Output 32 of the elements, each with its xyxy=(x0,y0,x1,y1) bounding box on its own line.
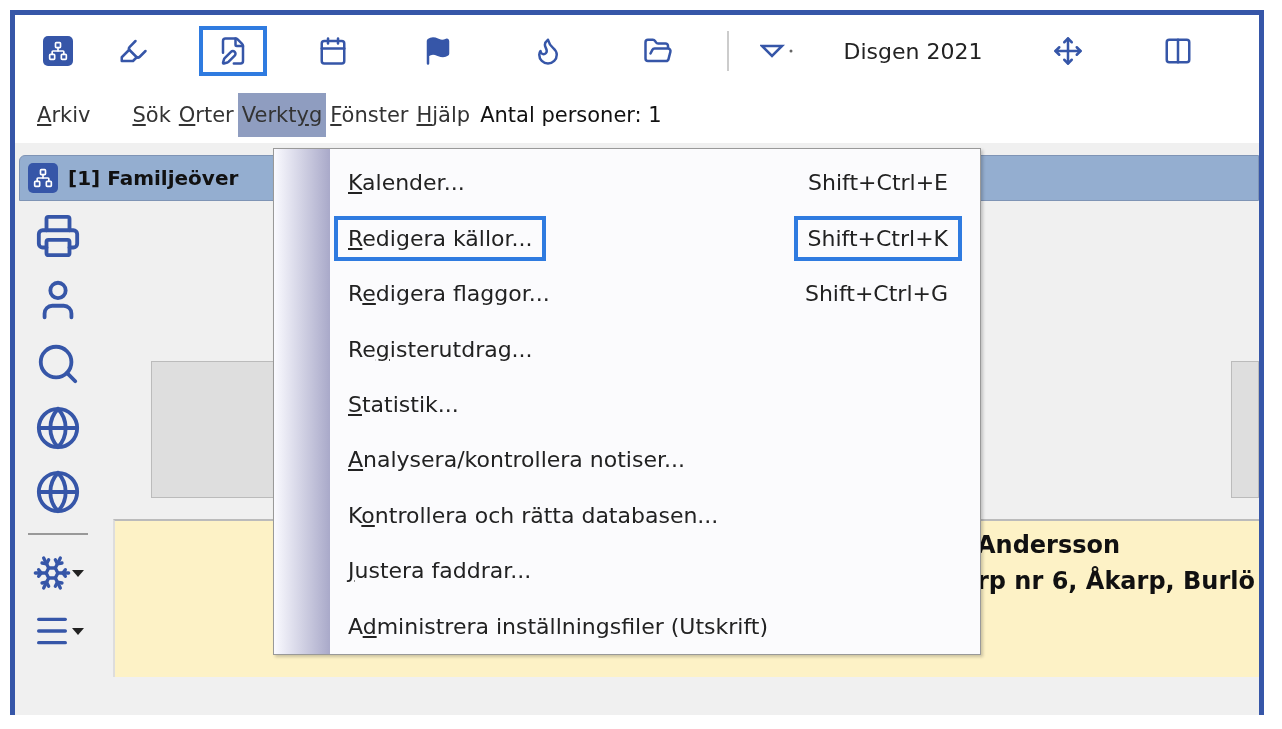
shortcut-text: Shift+Ctrl+G xyxy=(803,280,949,309)
calendar-icon[interactable] xyxy=(318,36,348,66)
menu-option[interactable]: Kalender... xyxy=(334,160,479,206)
caret-icon xyxy=(72,627,84,635)
app-logo-icon xyxy=(28,163,58,193)
columns-layout-icon[interactable] xyxy=(1163,36,1193,66)
panel-text: Andersson xyxy=(977,531,1122,559)
shortcut-text: Shift+Ctrl+K xyxy=(793,215,962,261)
menu-item[interactable]: Sök xyxy=(128,93,175,137)
shortcut-text: Shift+Ctrl+E xyxy=(807,169,949,198)
menu-option[interactable]: Statistik... xyxy=(334,381,473,427)
menu-item[interactable]: Verktyg xyxy=(237,93,327,137)
menu-option[interactable]: Justera faddrar... xyxy=(334,548,546,594)
menu-option[interactable]: Analysera/kontrollera notiser... xyxy=(334,437,699,483)
app-logo-icon[interactable] xyxy=(43,36,73,66)
star-dropdown-button[interactable] xyxy=(32,553,84,593)
printer-icon[interactable] xyxy=(35,213,81,259)
globe-icon[interactable] xyxy=(35,469,81,515)
menu-option[interactable]: Administrera inställningsfiler (Utskrift) xyxy=(334,603,782,649)
menu-option[interactable]: Registerutdrag... xyxy=(334,326,547,372)
menu-item[interactable]: Fönster xyxy=(326,93,413,137)
menu-item[interactable]: Arkiv xyxy=(33,93,95,137)
menu-option[interactable]: Redigera källor... xyxy=(334,215,547,261)
menu-option[interactable]: Kontrollera och rätta databasen... xyxy=(334,492,733,538)
app-title: Disgen 2021 xyxy=(843,38,983,64)
caret-icon xyxy=(72,569,84,577)
move-arrows-icon[interactable] xyxy=(1053,36,1083,66)
menu-option[interactable]: Redigera flaggor... xyxy=(334,271,564,317)
menu-item[interactable]: Hjälp xyxy=(412,93,475,137)
person-count: Antal personer: 1 xyxy=(480,103,662,127)
menu-item[interactable]: Orter xyxy=(174,93,238,137)
globe-icon[interactable] xyxy=(35,405,81,451)
